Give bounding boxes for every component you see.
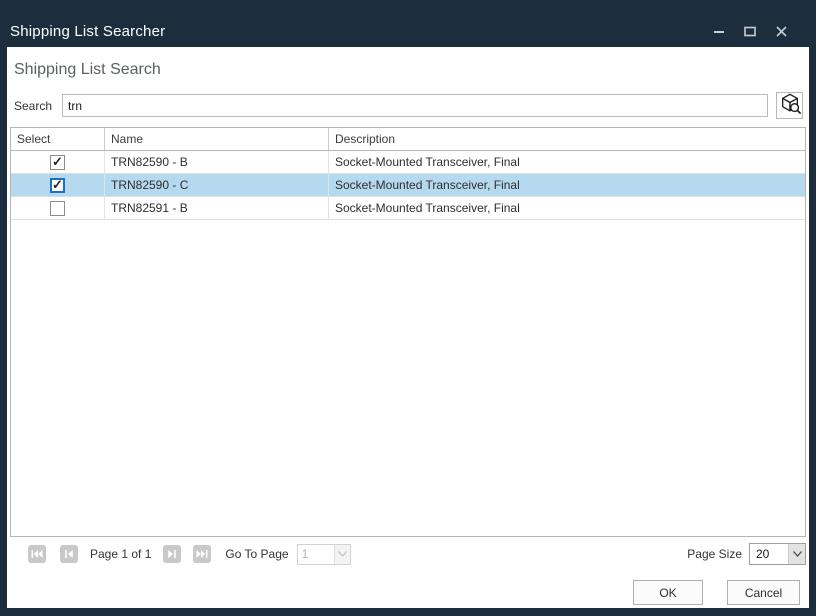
checkmark-icon: ✓ — [52, 178, 63, 191]
page-title: Shipping List Search — [14, 61, 161, 79]
search-button[interactable] — [776, 92, 803, 119]
row-checkbox[interactable] — [50, 201, 65, 216]
maximize-icon[interactable] — [739, 22, 761, 40]
table-row[interactable]: ✓ TRN82590 - B Socket-Mounted Transceive… — [11, 151, 805, 174]
table-row-selected[interactable]: ✓ TRN82590 - C Socket-Mounted Transceive… — [11, 174, 805, 197]
results-grid: Select Name Description ✓ TRN82590 - B S… — [10, 127, 806, 537]
last-page-button[interactable] — [193, 545, 211, 563]
search-label: Search — [14, 99, 52, 113]
shipping-list-searcher-dialog: Shipping List Searcher Shipping List Sea… — [0, 0, 816, 616]
row-name: TRN82591 - B — [105, 197, 329, 219]
row-name: TRN82590 - B — [105, 151, 329, 173]
row-description: Socket-Mounted Transceiver, Final — [329, 151, 805, 173]
ok-button[interactable]: OK — [633, 580, 703, 605]
first-page-button[interactable] — [28, 545, 46, 563]
dialog-content: Shipping List Search Search Select Name … — [7, 47, 809, 608]
column-header-name[interactable]: Name — [105, 128, 329, 150]
grid-header-row: Select Name Description — [11, 128, 805, 151]
row-name: TRN82590 - C — [105, 174, 329, 196]
page-indicator: Page 1 of 1 — [78, 547, 163, 561]
chevron-down-icon[interactable] — [334, 545, 350, 564]
row-checkbox[interactable]: ✓ — [50, 178, 65, 193]
table-row[interactable]: TRN82591 - B Socket-Mounted Transceiver,… — [11, 197, 805, 220]
row-description: Socket-Mounted Transceiver, Final — [329, 174, 805, 196]
previous-page-button[interactable] — [60, 545, 78, 563]
row-checkbox[interactable]: ✓ — [50, 155, 65, 170]
cancel-button[interactable]: Cancel — [727, 580, 800, 605]
close-icon[interactable] — [770, 22, 792, 40]
search-input[interactable] — [62, 94, 768, 117]
column-header-description[interactable]: Description — [329, 128, 805, 150]
page-size-value: 20 — [750, 544, 788, 564]
go-to-page-label: Go To Page — [225, 547, 288, 561]
column-header-select[interactable]: Select — [11, 128, 105, 150]
row-description: Socket-Mounted Transceiver, Final — [329, 197, 805, 219]
window-controls — [708, 22, 806, 40]
window-title: Shipping List Searcher — [10, 23, 165, 40]
go-to-page-input[interactable] — [298, 545, 334, 564]
part-search-cube-icon — [779, 92, 801, 119]
next-page-button[interactable] — [163, 545, 181, 563]
checkmark-icon: ✓ — [52, 155, 63, 168]
title-bar: Shipping List Searcher — [0, 0, 816, 47]
minimize-icon[interactable] — [708, 22, 730, 40]
page-size-label: Page Size — [687, 547, 742, 561]
page-size-select[interactable]: 20 — [749, 543, 806, 565]
pager-bar: Page 1 of 1 Go To Page — [10, 542, 806, 566]
chevron-down-icon[interactable] — [788, 544, 805, 564]
go-to-page-combo — [297, 544, 351, 565]
